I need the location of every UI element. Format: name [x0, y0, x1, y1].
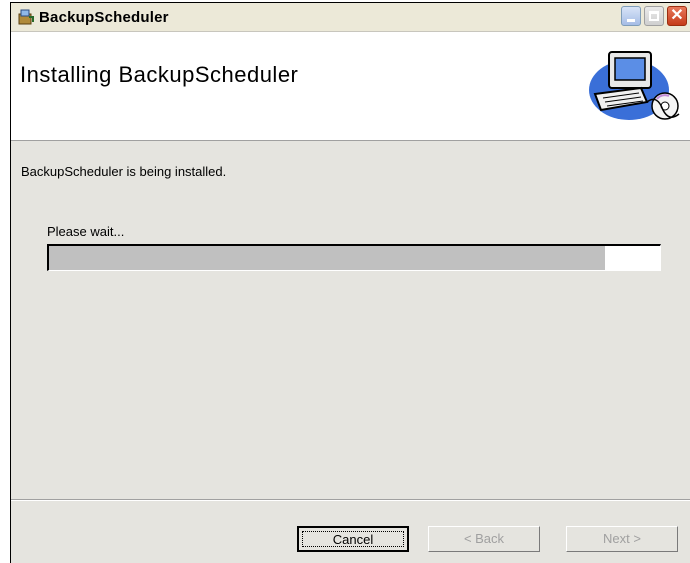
- next-button-label: Next >: [603, 531, 641, 546]
- progress-label: Please wait...: [47, 224, 125, 239]
- close-icon: ✕: [670, 7, 684, 24]
- dialog-header: Installing BackupScheduler: [11, 32, 690, 141]
- status-text: BackupScheduler is being installed.: [21, 164, 227, 179]
- maximize-button: [644, 6, 664, 26]
- maximize-icon: [649, 11, 659, 21]
- progress-fill: [49, 246, 605, 270]
- minimize-button[interactable]: [621, 6, 641, 26]
- install-progress-bar: [47, 244, 661, 271]
- window-title: BackupScheduler: [39, 9, 169, 26]
- cancel-button[interactable]: Cancel: [297, 526, 409, 552]
- computer-disc-icon: [585, 44, 681, 124]
- installer-window: BackupScheduler ✕ Installing BackupSched…: [10, 2, 690, 563]
- close-button[interactable]: ✕: [667, 6, 687, 26]
- next-button: Next >: [566, 526, 678, 552]
- back-button: < Back: [428, 526, 540, 552]
- title-bar[interactable]: BackupScheduler ✕: [11, 3, 690, 32]
- back-button-label: < Back: [463, 531, 505, 546]
- minimize-icon: [627, 19, 635, 22]
- cancel-button-label: Cancel: [332, 532, 374, 547]
- installer-icon: [17, 8, 35, 26]
- footer-divider: [11, 499, 690, 501]
- page-title: Installing BackupScheduler: [20, 62, 299, 87]
